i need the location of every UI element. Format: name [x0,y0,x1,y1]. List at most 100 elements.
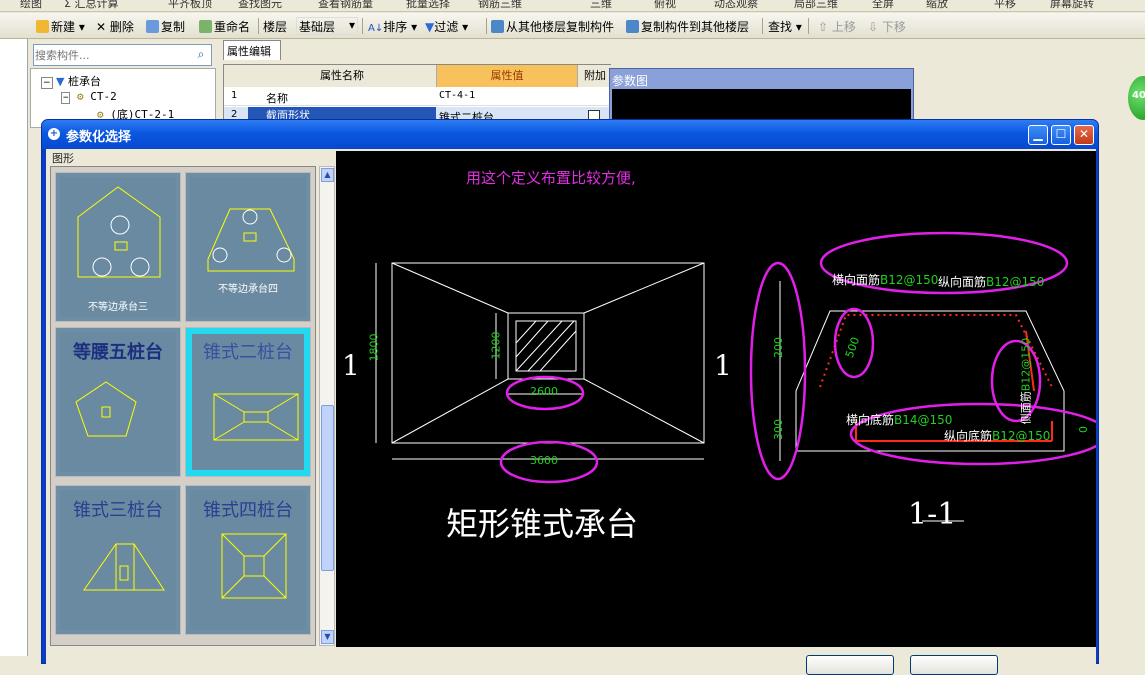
side-bar: 侧面筋B12@150 [1019,337,1033,425]
dim-width-outer: 3600 [530,454,558,467]
menu-summary-calc[interactable]: Σ 汇总计算 [64,0,118,11]
rename-icon [199,20,212,33]
new-button[interactable]: 新建 ▾ [36,18,85,35]
thumbnail-item[interactable]: 等腰五桩台 [55,327,181,477]
copy-button[interactable]: 复制 [146,18,185,35]
thumbnail-item[interactable]: 锥式四桩台 [185,485,311,635]
menu-fullscreen[interactable]: 全屏 [872,0,894,11]
status-badge: 40 [1128,76,1145,120]
copy-from-floor-icon [491,20,504,33]
gear-icon: ⚙ [77,90,84,103]
property-grid: 属性名称 属性值 附加 1 名称 CT-4-1 2 截面形状 锥式二桩台 [223,64,612,125]
trapezoid-cap-icon [207,208,295,272]
dim-height-inner: 1200 [489,331,503,360]
dialog-titlebar[interactable]: + 参数化选择 ▁ ☐ ✕ [42,120,1098,149]
arrow-up-icon: ⇧ [818,20,829,34]
search-box: ⌕ [33,44,212,66]
thumbnail-item[interactable]: 不等边承台四 [185,172,311,322]
thumbnail-item-selected[interactable]: 锥式二桩台 [185,327,311,477]
section-title: 1-1 [908,497,957,532]
scroll-down-icon[interactable]: ▼ [321,630,334,644]
dim-cover: 0 [1077,426,1090,433]
delete-button[interactable]: ✕ 删除 [96,18,134,35]
menu-top-view[interactable]: 俯视 [654,0,676,11]
search-icon[interactable]: ⌕ [193,47,209,63]
left-strip: × [0,13,28,656]
dialog-body: 图形 不等边承台三 不等边承台四 等腰五桩台 锥式二桩台 锥式三桩台 锥式四桩台… [46,149,1096,675]
copy-to-floor-button[interactable]: 复制构件到其他楼层 [626,18,749,35]
scroll-up-icon[interactable]: ▲ [321,168,334,182]
filter-icon: ▼ [425,20,435,34]
toolbar: 新建 ▾ ✕ 删除 复制 重命名 楼层 基础层 ▾ A↓排序 ▾ ▼过滤 ▾ 从其… [0,13,1145,39]
arrow-down-icon: ⇩ [868,20,879,34]
menu-rebar-3d[interactable]: 钢筋三维 [478,0,522,11]
delete-icon: ✕ [96,20,107,34]
dim-height-outer: 1800 [367,333,381,362]
floor-label: 楼层 [263,20,288,34]
minimize-button[interactable]: ▁ [1028,125,1048,145]
filter-button[interactable]: ▼过滤 ▾ [425,18,468,35]
plan-title: 矩形锥式承台 [446,505,639,543]
menu-3d[interactable]: 三维 [590,0,612,11]
section-mark-right: 1 [714,349,732,382]
menu-find-element[interactable]: 查找图元 [238,0,282,11]
thumbnail-item[interactable]: 不等边承台三 [55,172,181,322]
sort-icon: A↓ [368,23,384,34]
table-row[interactable]: 1 名称 CT-4-1 [224,88,612,106]
plan-outline [391,262,705,444]
floor-select[interactable]: 基础层 ▾ [296,17,358,35]
menu-batch-select[interactable]: 批量选择 [406,0,450,11]
group-label: 图形 [52,152,74,165]
menu-flush-top[interactable]: 平齐板顶 [168,0,212,11]
menu-draw[interactable]: 绘图 [20,0,42,11]
thumbnail-scrollbar[interactable]: ▲ ▼ [319,166,335,646]
canvas-note: 用这个定义布置比较方便, [466,169,636,187]
pile-cap-icon: ▼ [56,75,65,88]
top-bar-v: 纵向面筋B12@150 [938,275,1045,289]
dim-section-top: 200 [772,337,785,358]
new-icon [36,20,49,33]
scroll-thumb[interactable] [321,405,334,571]
thumbnail-item[interactable]: 锥式三桩台 [55,485,181,635]
tab-property-edit[interactable]: 属性编辑 [223,40,281,60]
menu-zoom[interactable]: 缩放 [926,0,948,11]
section-mark-left: 1 [342,349,360,382]
menu-dynamic-view[interactable]: 动态观察 [714,0,758,11]
move-up-button[interactable]: ⇧ 上移 [818,18,856,35]
move-down-button[interactable]: ⇩ 下移 [868,18,906,35]
app-icon: + [48,128,60,140]
param-drawing-canvas: 用这个定义布置比较方便, 1 1 3600 2600 1800 1200 矩形锥… [336,151,1096,647]
top-bar-h: 横向面筋B12@150 [832,273,939,287]
bottom-bar-v: 纵向底筋B12@150 [944,429,1051,443]
ok-button[interactable] [806,655,894,675]
rename-button[interactable]: 重命名 [199,18,250,35]
copy-to-floor-icon [626,20,639,33]
menu-local-3d[interactable]: 局部三维 [794,0,838,11]
cancel-button[interactable] [910,655,998,675]
chevron-down-icon: ▾ [348,18,355,32]
find-button[interactable]: 查找 ▾ [768,18,802,35]
collapse-icon[interactable]: − [61,92,71,104]
copy-icon [146,20,159,33]
menubar: 绘图 Σ 汇总计算 平齐板顶 查找图元 查看钢筋量 批量选择 钢筋三维 三维 俯… [0,0,1145,12]
thumbnail-list: 不等边承台三 不等边承台四 等腰五桩台 锥式二桩台 锥式三桩台 锥式四桩台 [50,166,316,646]
column-header: 属性值 [437,65,578,87]
maximize-button[interactable]: ☐ [1051,125,1071,145]
search-input[interactable] [35,46,189,64]
param-select-dialog: + 参数化选择 ▁ ☐ ✕ 图形 不等边承台三 不等边承台四 等腰五桩台 锥式二… [41,119,1099,675]
menu-rotate[interactable]: 屏幕旋转 [1050,0,1094,11]
copy-from-floor-button[interactable]: 从其他楼层复制构件 [491,18,614,35]
dim-width-inner: 2600 [530,385,558,398]
menu-pan[interactable]: 平移 [994,0,1016,11]
collapse-icon[interactable]: − [41,77,53,89]
bottom-bar-h: 横向底筋B14@150 [846,413,953,427]
column-header: 附加 [578,65,612,87]
tree-item[interactable]: − ▼ 桩承台 [41,73,101,89]
dim-section-bottom: 300 [772,419,785,440]
tree-item[interactable]: − ⚙ CT-2 [61,90,117,104]
close-button[interactable]: ✕ [1074,125,1094,145]
dialog-title: 参数化选择 [66,130,132,145]
column-header: 属性名称 [224,65,437,87]
sort-button[interactable]: A↓排序 ▾ [368,18,417,35]
menu-view-rebar[interactable]: 查看钢筋量 [318,0,373,11]
